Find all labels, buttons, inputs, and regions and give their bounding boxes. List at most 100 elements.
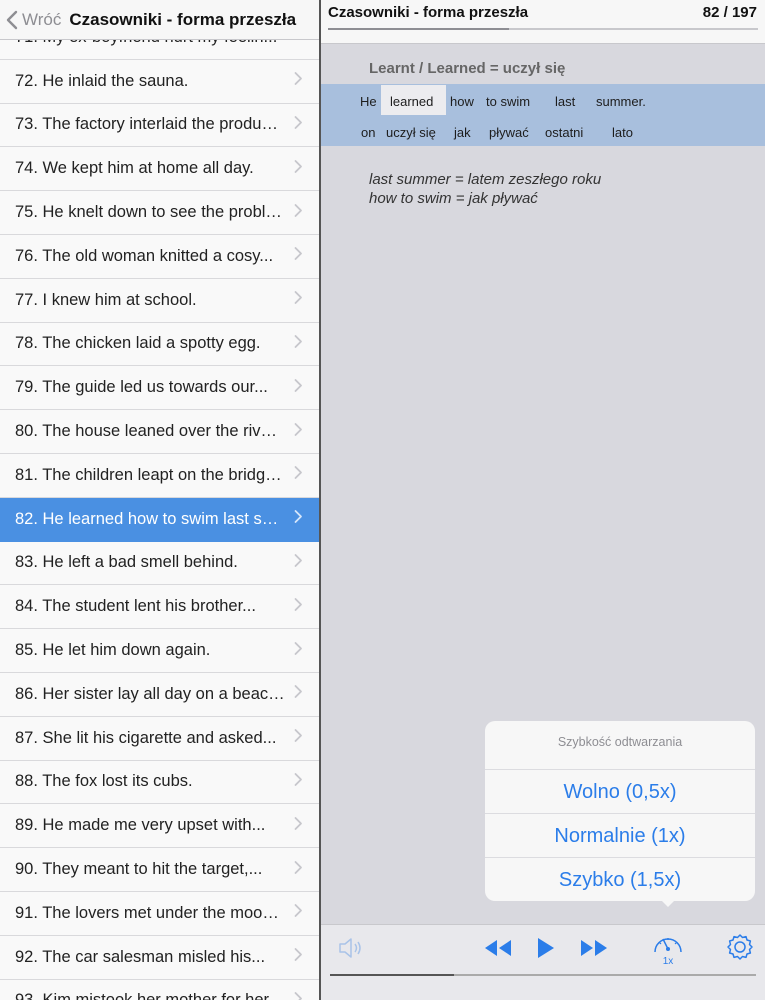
- list-item[interactable]: 91. The lovers met under the moon...: [0, 891, 319, 936]
- list-item[interactable]: 88. The fox lost its cubs.: [0, 760, 319, 805]
- verb-list[interactable]: 71. My ex-boyfriend hurt my feelin... 72…: [0, 16, 319, 1000]
- list-item[interactable]: 78. The chicken laid a spotty egg.: [0, 322, 319, 367]
- settings-button[interactable]: [725, 932, 755, 967]
- chevron-left-icon: [6, 10, 18, 29]
- list-item-label: 81. The children leapt on the bridge...: [15, 465, 285, 484]
- chevron-right-icon: [294, 510, 303, 529]
- rewind-icon[interactable]: [483, 938, 513, 963]
- list-item[interactable]: 93. Kim mistook her mother for her...: [0, 979, 319, 1000]
- list-item[interactable]: 92. The car salesman misled his...: [0, 935, 319, 980]
- list-item-label: 88. The fox lost its cubs.: [15, 772, 193, 791]
- fast-forward-icon[interactable]: [579, 938, 609, 963]
- list-item-label: 84. The student lent his brother...: [15, 597, 256, 616]
- list-item[interactable]: 90. They meant to hit the target,...: [0, 848, 319, 892]
- chevron-right-icon: [294, 422, 303, 441]
- chevron-right-icon: [294, 948, 303, 967]
- list-item-label: 73. The factory interlaid the products..…: [15, 115, 285, 134]
- word-en[interactable]: to swim: [486, 94, 530, 109]
- chevron-right-icon: [294, 466, 303, 485]
- chevron-right-icon: [294, 203, 303, 222]
- list-item-label: 76. The old woman knitted a cosy...: [15, 246, 274, 265]
- list-item[interactable]: 84. The student lent his brother...: [0, 585, 319, 630]
- speed-option-fast[interactable]: Szybko (1,5x): [485, 857, 755, 901]
- word-en[interactable]: summer.: [596, 94, 646, 109]
- left-navigation-bar: Wróć Czasowniki - forma przeszła: [0, 0, 319, 40]
- list-item[interactable]: 85. He let him down again.: [0, 629, 319, 673]
- list-item-label: 77. I knew him at school.: [15, 290, 197, 309]
- page-title: Czasowniki - forma przeszła: [69, 9, 297, 29]
- lesson-progress-fill: [328, 28, 509, 30]
- lesson-title: Czasowniki - forma przeszła: [328, 4, 529, 21]
- chevron-right-icon: [294, 72, 303, 91]
- note-line: last summer = latem zeszłego roku: [369, 171, 602, 188]
- word-pl: on: [361, 125, 376, 140]
- chevron-right-icon: [294, 860, 303, 879]
- chevron-right-icon: [294, 115, 303, 134]
- list-item-label: 82. He learned how to swim last summer.: [15, 509, 285, 528]
- chevron-right-icon: [294, 553, 303, 572]
- list-item-label: 75. He knelt down to see the problem...: [15, 203, 285, 222]
- list-item[interactable]: 89. He made me very upset with...: [0, 804, 319, 849]
- note-line: how to swim = jak pływać: [369, 190, 538, 207]
- list-item[interactable]: 83. He left a bad smell behind.: [0, 541, 319, 586]
- list-item[interactable]: 77. I knew him at school.: [0, 278, 319, 323]
- popover-arrow: [654, 893, 682, 907]
- speedometer-button[interactable]: 1x: [651, 930, 685, 971]
- playback-progress-bar[interactable]: [330, 974, 756, 976]
- lesson-counter: 82 / 197: [702, 4, 757, 21]
- list-item[interactable]: 76. The old woman knitted a cosy...: [0, 234, 319, 279]
- chevron-right-icon: [294, 641, 303, 660]
- list-item-label: 89. He made me very upset with...: [15, 816, 266, 835]
- chevron-right-icon: [294, 904, 303, 923]
- word-pl: pływać: [489, 125, 529, 140]
- list-item[interactable]: 75. He knelt down to see the problem...: [0, 191, 319, 235]
- verb-list-panel: 71. My ex-boyfriend hurt my feelin... 72…: [0, 0, 319, 1000]
- chevron-right-icon: [294, 334, 303, 353]
- list-item[interactable]: 79. The guide led us towards our...: [0, 366, 319, 411]
- popover-title: Szybkość odtwarzania: [557, 735, 683, 749]
- list-item-label: 86. Her sister lay all day on a beach...: [15, 684, 285, 703]
- list-item[interactable]: 73. The factory interlaid the products..…: [0, 103, 319, 148]
- word-en[interactable]: He: [360, 94, 377, 109]
- list-item-label: 91. The lovers met under the moon...: [15, 903, 285, 922]
- list-item[interactable]: 86. Her sister lay all day on a beach...: [0, 672, 319, 717]
- list-item[interactable]: 80. The house leaned over the river...: [0, 410, 319, 454]
- chevron-right-icon: [294, 247, 303, 266]
- gear-icon: [727, 934, 753, 960]
- playback-speed-popover: Szybkość odtwarzania Wolno (0,5x) Normal…: [485, 721, 755, 901]
- list-item[interactable]: 87. She lit his cigarette and asked...: [0, 716, 319, 761]
- word-en[interactable]: learned: [390, 94, 433, 109]
- playback-toolbar: 1x: [321, 924, 765, 1000]
- speaker-icon[interactable]: [337, 935, 365, 966]
- verb-forms-heading: Learnt / Learned = uczył się: [369, 60, 566, 77]
- play-icon[interactable]: [535, 936, 557, 965]
- list-item-label: 74. We kept him at home all day.: [15, 159, 254, 178]
- chevron-right-icon: [294, 991, 303, 1000]
- speed-option-slow[interactable]: Wolno (0,5x): [485, 769, 755, 813]
- translation-notes: last summer = latem zeszłego roku how to…: [369, 170, 601, 208]
- word-pl: jak: [454, 125, 471, 140]
- word-pl: ostatni: [545, 125, 584, 140]
- list-item-label: 78. The chicken laid a spotty egg.: [15, 334, 261, 353]
- speed-option-normal[interactable]: Normalnie (1x): [485, 813, 755, 857]
- lesson-progress-bar: [328, 28, 758, 30]
- playback-progress-fill: [330, 974, 454, 976]
- chevron-right-icon: [294, 378, 303, 397]
- list-item-label: 90. They meant to hit the target,...: [15, 860, 263, 879]
- list-item-selected[interactable]: 82. He learned how to swim last summer.: [0, 497, 319, 542]
- word-en[interactable]: how: [450, 94, 474, 109]
- word-en[interactable]: last: [555, 94, 575, 109]
- chevron-right-icon: [294, 729, 303, 748]
- list-item[interactable]: 81. The children leapt on the bridge...: [0, 453, 319, 498]
- chevron-right-icon: [294, 772, 303, 791]
- list-item-label: 72. He inlaid the sauna.: [15, 71, 189, 90]
- word-pl: lato: [612, 125, 633, 140]
- list-item-label: 85. He let him down again.: [15, 641, 211, 660]
- back-button[interactable]: Wróć: [6, 10, 61, 30]
- right-navigation-bar: Czasowniki - forma przeszła 82 / 197: [321, 0, 765, 44]
- list-item-label: 80. The house leaned over the river...: [15, 422, 285, 441]
- list-item[interactable]: 74. We kept him at home all day.: [0, 147, 319, 192]
- list-item[interactable]: 72. He inlaid the sauna.: [0, 59, 319, 104]
- list-item-label: 93. Kim mistook her mother for her...: [15, 991, 285, 1000]
- chevron-right-icon: [294, 816, 303, 835]
